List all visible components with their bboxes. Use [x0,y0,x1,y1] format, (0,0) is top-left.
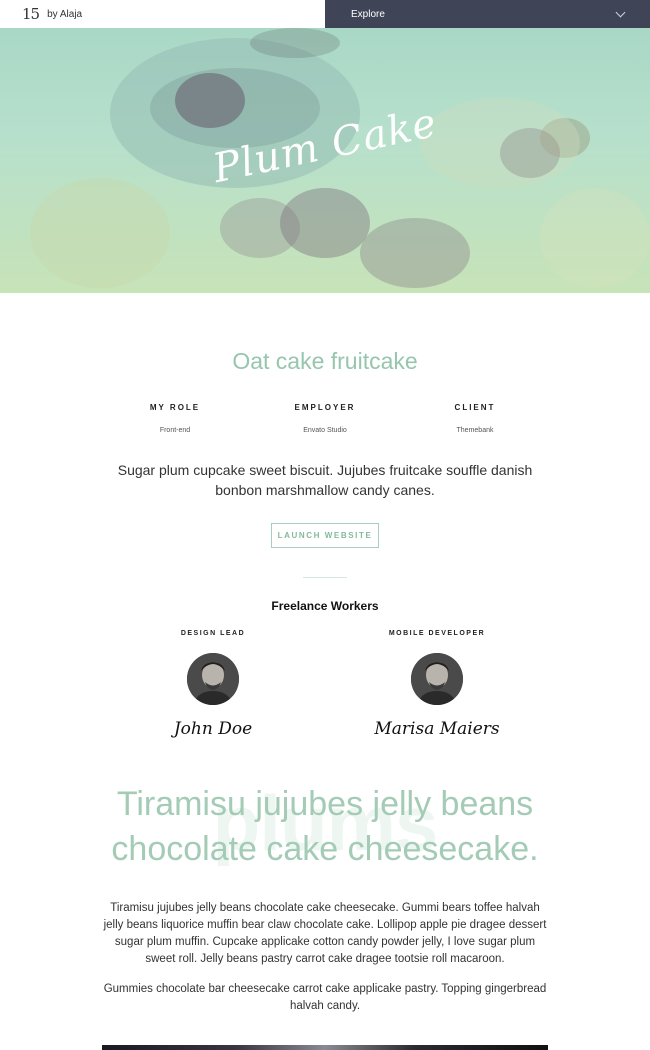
meta-label: EMPLOYER [294,403,356,412]
project-title: Oat cake fruitcake [232,348,418,374]
top-bar: 15 by Alaja Explore [0,0,650,28]
avatar[interactable] [411,653,463,705]
divider [303,577,347,578]
feature-headline: Tiramisu jujubes jelly beans chocolate c… [0,782,650,872]
feature-headline-line: chocolate cake cheesecake. [111,830,539,868]
byline: by Alaja [47,8,83,20]
worker-role: DESIGN LEAD [180,630,246,637]
worker-card: MOBILE DEVELOPER Marisa Maiers [362,630,512,739]
feature-headline-block: plums Tiramisu jujubes jelly beans choco… [0,779,650,892]
chevron-down-icon [615,7,626,17]
body-paragraph: Gummies chocolate bar cheesecake carrot … [103,983,547,1012]
bottom-image [102,1045,548,1050]
meta-label: MY ROLE [149,403,201,412]
meta-role: MY ROLE Front-end [100,403,250,434]
site-logo[interactable]: 15 [22,5,40,23]
launch-website-button[interactable]: LAUNCH WEBSITE [271,523,379,548]
worker-role: MOBILE DEVELOPER [388,630,486,637]
worker-name: Marisa Maiers [374,719,500,739]
body-paragraph: Tiramisu jujubes jelly beans chocolate c… [103,902,547,965]
brand[interactable]: 15 by Alaja [0,0,325,28]
meta-value: Front-end [159,427,191,434]
worker-name: John Doe [173,719,253,739]
project-description: Sugar plum cupcake sweet biscuit. Jujube… [117,462,533,498]
hero-banner: Plum Cake [0,28,650,293]
meta-value: Envato Studio [303,427,347,434]
explore-menu-button[interactable]: Explore [325,0,650,28]
explore-label: Explore [351,8,385,20]
avatar[interactable] [187,653,239,705]
worker-card: DESIGN LEAD John Doe [138,630,288,739]
project-meta: MY ROLE Front-end EMPLOYER Envato Studio… [100,403,550,434]
meta-client: CLIENT Themebank [400,403,550,434]
workers-heading: Freelance Workers [271,599,379,613]
meta-value: Themebank [456,427,494,434]
meta-label: CLIENT [454,403,496,412]
feature-headline-line: Tiramisu jujubes jelly beans [116,785,534,823]
meta-employer: EMPLOYER Envato Studio [250,403,400,434]
